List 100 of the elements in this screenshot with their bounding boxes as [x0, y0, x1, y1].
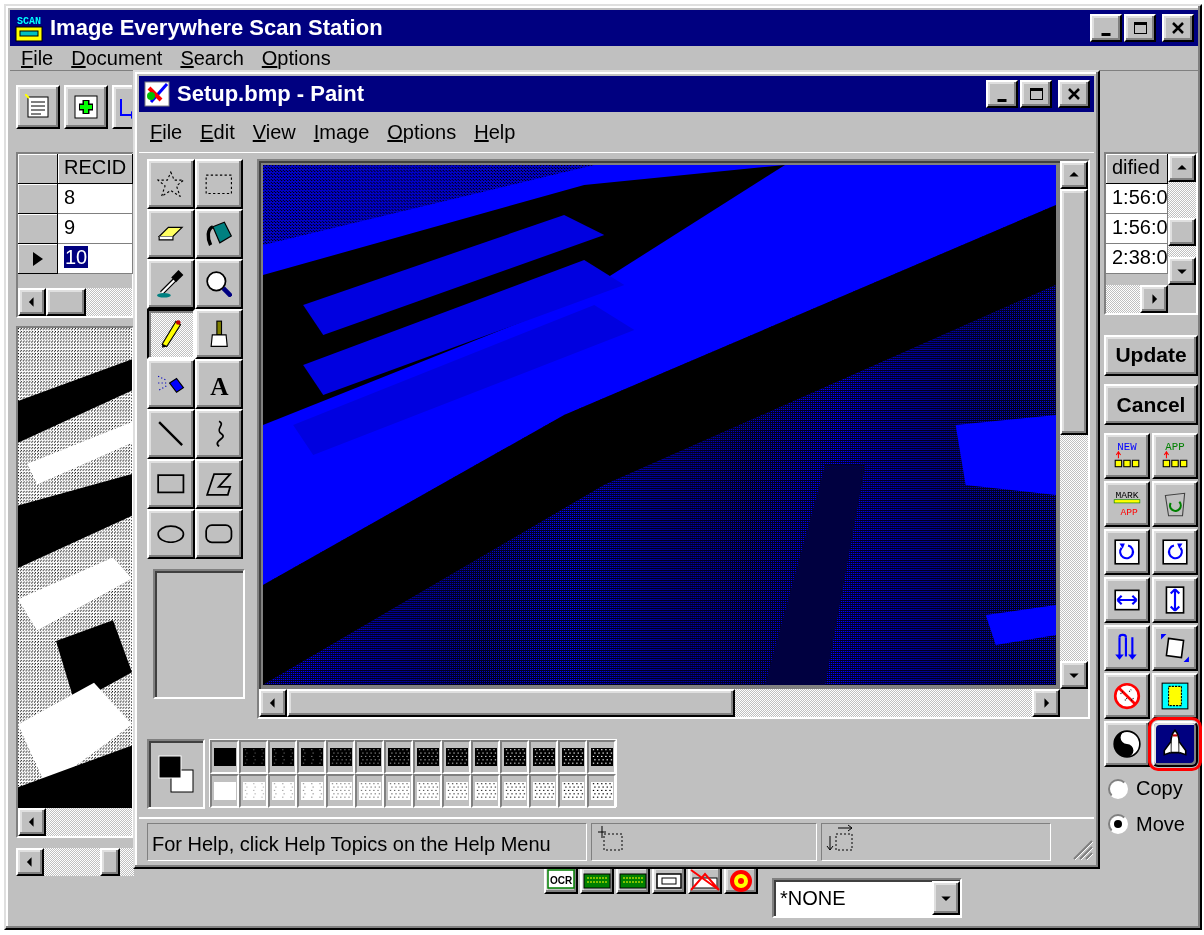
- new-button[interactable]: NEW: [1104, 433, 1150, 480]
- maximize-button[interactable]: [1124, 14, 1156, 42]
- tool-button[interactable]: [147, 309, 195, 359]
- document-type-dropdown[interactable]: *NONE: [772, 878, 962, 918]
- pattern-swatch[interactable]: [355, 740, 384, 774]
- close-button[interactable]: [1058, 80, 1090, 108]
- action-button[interactable]: Cancel: [1104, 383, 1198, 426]
- action-button[interactable]: Update: [1104, 334, 1198, 376]
- menu-item[interactable]: Search: [173, 46, 251, 70]
- scroll-right-button[interactable]: [1140, 284, 1168, 313]
- add-button[interactable]: [64, 85, 108, 129]
- radio-button[interactable]: [1108, 814, 1128, 835]
- scroll-down-button[interactable]: [1060, 661, 1088, 689]
- pattern-swatch[interactable]: [442, 740, 471, 774]
- scroll-down-button[interactable]: [932, 881, 960, 915]
- pattern-swatch[interactable]: [268, 740, 297, 774]
- menu-item[interactable]: Options: [254, 46, 338, 70]
- pattern-swatch[interactable]: [413, 740, 442, 774]
- pattern-swatch[interactable]: [558, 740, 587, 774]
- recycle-button[interactable]: [1152, 481, 1198, 528]
- move-button[interactable]: [112, 85, 132, 129]
- table-cell[interactable]: 2:38:0: [1106, 244, 1168, 274]
- radio-label[interactable]: Move: [1136, 812, 1185, 836]
- new-document-button[interactable]: [16, 85, 60, 129]
- row-selector[interactable]: [18, 184, 58, 214]
- scrollbar-thumb[interactable]: [46, 288, 86, 316]
- minimize-button[interactable]: [986, 80, 1018, 108]
- pattern-swatch[interactable]: [471, 740, 500, 774]
- close-button[interactable]: [1162, 14, 1194, 42]
- pattern-swatch[interactable]: [587, 774, 616, 808]
- dither-pattern-icon: [561, 782, 584, 800]
- fit-width-button[interactable]: [1104, 577, 1150, 624]
- menu-item[interactable]: Image: [306, 120, 377, 144]
- menu-item[interactable]: File: [143, 120, 190, 144]
- row-selector[interactable]: [18, 244, 58, 274]
- pattern-swatch[interactable]: [297, 774, 326, 808]
- pattern-swatch[interactable]: [529, 740, 558, 774]
- pattern-swatch[interactable]: [297, 740, 326, 774]
- pattern-swatch[interactable]: [413, 774, 442, 808]
- menu-item[interactable]: Options: [380, 120, 464, 144]
- pattern-swatch[interactable]: [529, 774, 558, 808]
- pattern-swatch[interactable]: [500, 774, 529, 808]
- pattern-swatch[interactable]: [239, 740, 268, 774]
- skew-button[interactable]: [1152, 625, 1198, 672]
- scrollbar-thumb[interactable]: [287, 689, 735, 717]
- pattern-swatch[interactable]: [268, 774, 297, 808]
- scroll-left-button[interactable]: [18, 288, 46, 316]
- scrollbar-thumb[interactable]: [100, 848, 120, 876]
- pattern-swatch[interactable]: [210, 740, 239, 774]
- scroll-down-button[interactable]: [1168, 256, 1196, 285]
- menu-item[interactable]: Document: [64, 46, 170, 70]
- minimize-button[interactable]: [1090, 14, 1122, 42]
- scroll-left-button[interactable]: [259, 689, 287, 717]
- menu-item[interactable]: View: [245, 120, 303, 144]
- pattern-swatch[interactable]: [442, 774, 471, 808]
- menu-item[interactable]: File: [14, 46, 61, 70]
- mark-button[interactable]: MARK APP: [1104, 481, 1150, 528]
- pattern-swatch[interactable]: [239, 774, 268, 808]
- fit-height-button[interactable]: [1152, 577, 1198, 624]
- pattern-swatch[interactable]: [384, 774, 413, 808]
- row-selector[interactable]: [18, 214, 58, 244]
- scroll-left-button[interactable]: [18, 808, 46, 836]
- pattern-swatch[interactable]: [355, 774, 384, 808]
- table-cell[interactable]: 1:56:0: [1106, 184, 1168, 214]
- scrollbar-thumb[interactable]: [1060, 189, 1088, 435]
- scroll-left-button[interactable]: [16, 848, 44, 876]
- pattern-swatch[interactable]: [210, 774, 239, 808]
- menu-item[interactable]: Help: [467, 120, 523, 144]
- rotate-left-button[interactable]: [1104, 529, 1150, 576]
- column-header[interactable]: dified: [1106, 154, 1168, 184]
- rotate-right-button[interactable]: [1152, 529, 1198, 576]
- pattern-swatch[interactable]: [326, 740, 355, 774]
- radio-button[interactable]: [1108, 778, 1128, 799]
- scroll-right-button[interactable]: [1032, 689, 1060, 717]
- menu-item[interactable]: Edit: [193, 120, 242, 144]
- maximize-button[interactable]: [1020, 80, 1052, 108]
- tool-button[interactable]: A: [195, 359, 243, 409]
- dither-pattern-icon: [387, 782, 410, 800]
- current-row-icon: [30, 249, 45, 268]
- pattern-swatch[interactable]: [500, 740, 529, 774]
- scroll-up-button[interactable]: [1168, 154, 1196, 182]
- pattern-swatch[interactable]: [326, 774, 355, 808]
- pattern-swatch[interactable]: [384, 740, 413, 774]
- table-cell[interactable]: 10: [58, 244, 134, 274]
- despeckle-button[interactable]: [1104, 673, 1150, 720]
- color-selector[interactable]: [147, 739, 205, 809]
- dither-pattern-icon: [329, 748, 352, 766]
- yin-yang-button[interactable]: [1104, 721, 1150, 768]
- table-cell[interactable]: 8: [58, 184, 134, 214]
- table-cell[interactable]: 9: [58, 214, 134, 244]
- flip-button[interactable]: [1104, 625, 1150, 672]
- radio-label[interactable]: Copy: [1136, 777, 1183, 801]
- column-header[interactable]: RECID: [58, 154, 134, 184]
- scroll-up-button[interactable]: [1060, 161, 1088, 189]
- pattern-swatch[interactable]: [558, 774, 587, 808]
- scrollbar-thumb[interactable]: [1168, 218, 1196, 246]
- pattern-swatch[interactable]: [587, 740, 616, 774]
- crop-button[interactable]: [1152, 673, 1198, 720]
- table-cell[interactable]: 1:56:0: [1106, 214, 1168, 244]
- pattern-swatch[interactable]: [471, 774, 500, 808]
